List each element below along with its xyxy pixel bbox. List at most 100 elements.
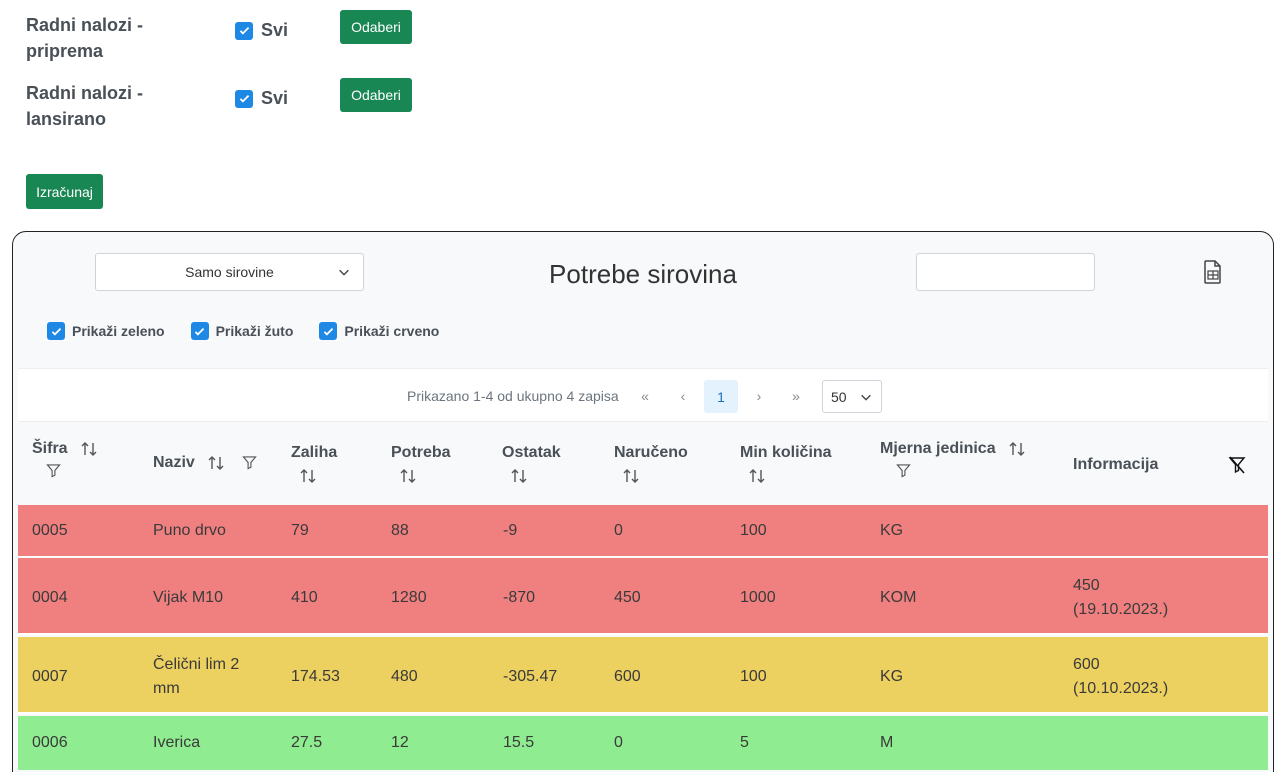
cell-naruceno: 0 (614, 522, 623, 539)
chevron-down-icon (861, 394, 871, 401)
spreadsheet-export-icon[interactable] (1203, 260, 1223, 284)
col-label: Mjerna jedinica (880, 440, 996, 457)
sort-icon[interactable] (748, 468, 766, 484)
table-row[interactable]: 0004 Vijak M10 410 1280 -870 450 1000 KO… (18, 558, 1268, 635)
col-label: Naručeno (614, 444, 688, 461)
filter-icon[interactable] (241, 455, 257, 470)
first-page-button[interactable]: « (630, 381, 660, 411)
page-size-value: 50 (831, 388, 847, 405)
checkbox-checked-icon[interactable] (190, 322, 209, 340)
col-informacija: Informacija (1073, 456, 1159, 473)
filter-icon[interactable] (896, 463, 911, 478)
page-size-select[interactable]: 50 (822, 380, 882, 413)
cell-ostatak: 15.5 (503, 734, 535, 751)
cell-zaliha: 79 (291, 522, 309, 539)
color-filters: Prikaži zeleno Prikaži žuto Prikaži crve… (47, 322, 439, 340)
cell-info: 600 (10.10.2023.) (1073, 656, 1169, 697)
paginator: Prikazano 1-4 od ukupno 4 zapisa « ‹ 1 ›… (18, 368, 1268, 422)
sort-icon[interactable] (299, 468, 317, 484)
cell-jedinica: KOM (880, 589, 917, 606)
col-sifra[interactable]: Šifra (32, 440, 98, 480)
page-1-button[interactable]: 1 (704, 380, 738, 413)
material-type-select[interactable]: Samo sirovine (95, 253, 364, 291)
pager-summary: Prikazano 1-4 od ukupno 4 zapisa (407, 388, 619, 404)
order-row-lansirano: Radni nalozi - lansirano Svi Odaberi (26, 78, 426, 140)
sort-icon[interactable] (80, 441, 98, 457)
cell-naruceno: 450 (614, 589, 641, 606)
cell-potreba: 1280 (391, 589, 427, 606)
table-row[interactable]: 0005 Puno drvo 79 88 -9 0 100 KG (18, 505, 1268, 557)
order-row-priprema: Radni nalozi - priprema Svi Odaberi (26, 10, 426, 72)
requirements-panel: Samo sirovine Potrebe sirovina Prikaži z… (12, 231, 1274, 772)
prev-page-button[interactable]: ‹ (668, 381, 698, 411)
cell-min: 100 (740, 668, 767, 685)
sort-icon[interactable] (1008, 441, 1026, 457)
col-label: Potreba (391, 444, 451, 461)
order-label: Radni nalozi - priprema (26, 15, 143, 61)
checkbox-label: Svi (261, 20, 289, 40)
cell-zaliha: 174.53 (291, 668, 340, 685)
cell-ostatak: -870 (503, 589, 536, 606)
checkbox-label: Svi (261, 88, 289, 108)
sort-icon[interactable] (510, 468, 528, 484)
cell-naruceno: 0 (614, 734, 623, 751)
odaberi-button[interactable]: Odaberi (340, 10, 412, 44)
sort-icon[interactable] (207, 455, 225, 471)
cell-jedinica: KG (880, 522, 904, 539)
col-min-kolicina[interactable]: Min količina (740, 444, 832, 484)
select-value: Samo sirovine (185, 264, 274, 280)
table-header: Šifra Naziv Zaliha Potreba Ostatak Naruč… (18, 422, 1268, 505)
cell-jedinica: KG (880, 668, 904, 685)
col-label: Ostatak (502, 444, 561, 461)
cell-min: 100 (740, 522, 767, 539)
filter-label: Prikaži zeleno (72, 323, 165, 339)
odaberi-button[interactable]: Odaberi (340, 78, 412, 112)
checkbox-checked-icon[interactable] (235, 89, 253, 108)
cell-zaliha: 27.5 (291, 734, 323, 751)
col-mjerna-jedinica[interactable]: Mjerna jedinica (880, 440, 1026, 480)
cell-zaliha: 410 (291, 589, 318, 606)
checkbox-checked-icon[interactable] (235, 21, 253, 40)
search-input[interactable] (916, 253, 1095, 291)
cell-ostatak: -305.47 (503, 668, 558, 685)
col-label: Šifra (32, 440, 68, 457)
table-row[interactable]: 0007 Čelični lim 2 mm 174.53 480 -305.47… (18, 637, 1268, 714)
filter-label: Prikaži žuto (215, 323, 294, 339)
filter-icon[interactable] (46, 463, 61, 478)
cell-jedinica: M (880, 734, 894, 751)
checkbox-checked-icon[interactable] (47, 322, 65, 340)
cell-potreba: 12 (391, 734, 409, 751)
table-row[interactable]: 0006 Iverica 27.5 12 15.5 0 5 M (18, 716, 1268, 770)
next-page-button[interactable]: › (744, 381, 774, 411)
cell-min: 1000 (740, 589, 776, 606)
filter-zeleno[interactable]: Prikaži zeleno (47, 322, 165, 340)
filter-label: Prikaži crveno (344, 323, 440, 339)
cell-naziv: Vijak M10 (153, 589, 223, 606)
cell-naziv: Čelični lim 2 mm (153, 656, 240, 697)
col-naziv[interactable]: Naziv (153, 454, 257, 472)
col-ostatak[interactable]: Ostatak (502, 444, 561, 484)
checkbox-checked-icon[interactable] (319, 322, 338, 340)
cell-sifra: 0005 (32, 522, 68, 539)
clear-filters-icon[interactable] (1228, 456, 1246, 474)
panel-title: Potrebe sirovina (549, 259, 737, 289)
col-zaliha[interactable]: Zaliha (291, 444, 337, 484)
order-label: Radni nalozi - lansirano (26, 83, 143, 129)
cell-naruceno: 600 (614, 668, 641, 685)
col-naruceno[interactable]: Naručeno (614, 444, 688, 484)
izracunaj-button[interactable]: Izračunaj (26, 174, 103, 209)
cell-potreba: 480 (391, 668, 418, 685)
cell-potreba: 88 (391, 522, 409, 539)
sort-icon[interactable] (399, 468, 417, 484)
svi-checkbox[interactable]: Svi (235, 88, 288, 109)
cell-naziv: Iverica (153, 734, 201, 751)
col-potreba[interactable]: Potreba (391, 444, 451, 484)
filter-crveno[interactable]: Prikaži crveno (319, 322, 439, 340)
cell-sifra: 0007 (32, 668, 68, 685)
cell-sifra: 0006 (32, 734, 68, 751)
last-page-button[interactable]: » (781, 381, 811, 411)
filter-zuto[interactable]: Prikaži žuto (190, 322, 294, 340)
chevron-down-icon (339, 269, 349, 276)
sort-icon[interactable] (622, 468, 640, 484)
svi-checkbox[interactable]: Svi (235, 20, 288, 41)
